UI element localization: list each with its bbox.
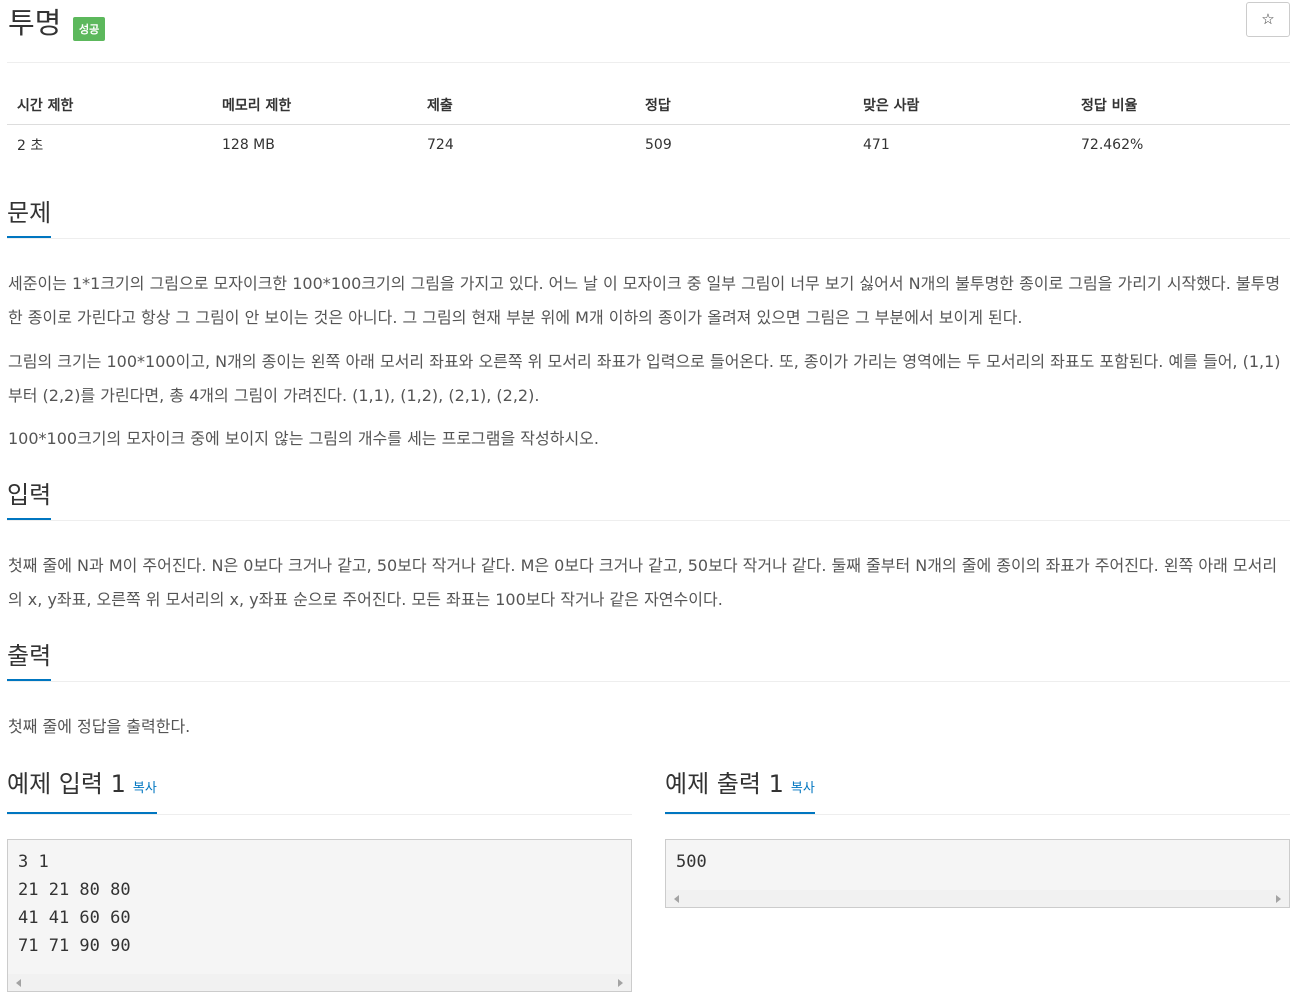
- info-header-time-limit: 시간 제한: [7, 86, 212, 125]
- info-submissions: 724: [427, 136, 454, 153]
- info-memory-limit: 128 MB: [222, 136, 275, 153]
- sample-output-scrollbar[interactable]: [666, 890, 1289, 907]
- info-time-limit: 2 초: [17, 137, 44, 154]
- input-section-heading: 입력: [7, 480, 52, 520]
- sample-input-line: 3 1: [18, 852, 49, 872]
- info-value-row: 2 초 128 MB 724 509 471 72.462%: [7, 125, 1290, 165]
- star-button[interactable]: ☆: [1246, 2, 1290, 37]
- info-header-row: 시간 제한 메모리 제한 제출 정답 맞은 사람 정답 비율: [7, 86, 1290, 125]
- info-header-solved-users: 맞은 사람: [853, 86, 1071, 125]
- sample-output-header: 예제 출력 1 복사: [665, 769, 1290, 815]
- scroll-left-icon[interactable]: [16, 979, 21, 987]
- sample-input-title: 예제 입력 1: [7, 770, 126, 798]
- problem-description-1: 세준이는 1*1크기의 그림으로 모자이크한 100*100크기의 그림을 가지…: [8, 274, 1281, 327]
- problem-section-header: 문제: [7, 198, 1290, 239]
- output-section-header: 출력: [7, 641, 1290, 682]
- info-header-submissions: 제출: [417, 86, 635, 125]
- sample-input-line: 71 71 90 90: [18, 936, 131, 956]
- sample-output-line: 500: [676, 852, 707, 872]
- sample-output-title: 예제 출력 1: [665, 770, 784, 798]
- output-section-heading: 출력: [7, 641, 52, 681]
- copy-sample-input-button[interactable]: 복사: [133, 781, 157, 796]
- output-description: 첫째 줄에 정답을 출력한다.: [8, 717, 191, 736]
- info-header-memory-limit: 메모리 제한: [212, 86, 417, 125]
- problem-description-2: 그림의 크기는 100*100이고, N개의 종이는 왼쪽 아래 모서리 좌표와…: [8, 352, 1281, 405]
- sample-input-box[interactable]: 3 1 21 21 80 80 41 41 60 60 71 71 90 90: [7, 839, 632, 992]
- problem-title: 투명: [8, 6, 62, 40]
- input-description: 첫째 줄에 N과 M이 주어진다. N은 0보다 크거나 같고, 50보다 작거…: [8, 556, 1278, 609]
- sample-input-scrollbar[interactable]: [8, 974, 631, 991]
- status-badge: 성공: [73, 17, 106, 41]
- scroll-left-icon[interactable]: [674, 895, 679, 903]
- star-icon: ☆: [1261, 10, 1275, 28]
- copy-sample-output-button[interactable]: 복사: [791, 781, 815, 796]
- info-ratio: 72.462%: [1081, 136, 1144, 153]
- scroll-right-icon[interactable]: [1276, 895, 1281, 903]
- problem-header: 투명 성공 ☆: [7, 0, 1290, 63]
- input-section-header: 입력: [7, 480, 1290, 521]
- sample-output-box[interactable]: 500: [665, 839, 1290, 908]
- problem-info-table: 시간 제한 메모리 제한 제출 정답 맞은 사람 정답 비율 2 초 128 M…: [7, 86, 1290, 164]
- sample-output-heading: 예제 출력 1 복사: [665, 769, 815, 814]
- sample-input-heading: 예제 입력 1 복사: [7, 769, 157, 814]
- info-accepted: 509: [645, 136, 672, 153]
- info-header-ratio: 정답 비율: [1071, 86, 1290, 125]
- problem-description-3: 100*100크기의 모자이크 중에 보이지 않는 그림의 개수를 세는 프로그…: [8, 429, 599, 448]
- sample-input-line: 41 41 60 60: [18, 908, 131, 928]
- scroll-right-icon[interactable]: [618, 979, 623, 987]
- sample-input-header: 예제 입력 1 복사: [7, 769, 632, 815]
- problem-section-heading: 문제: [7, 198, 52, 238]
- info-header-accepted: 정답: [635, 86, 853, 125]
- sample-input-line: 21 21 80 80: [18, 880, 131, 900]
- info-solved-users: 471: [863, 136, 890, 153]
